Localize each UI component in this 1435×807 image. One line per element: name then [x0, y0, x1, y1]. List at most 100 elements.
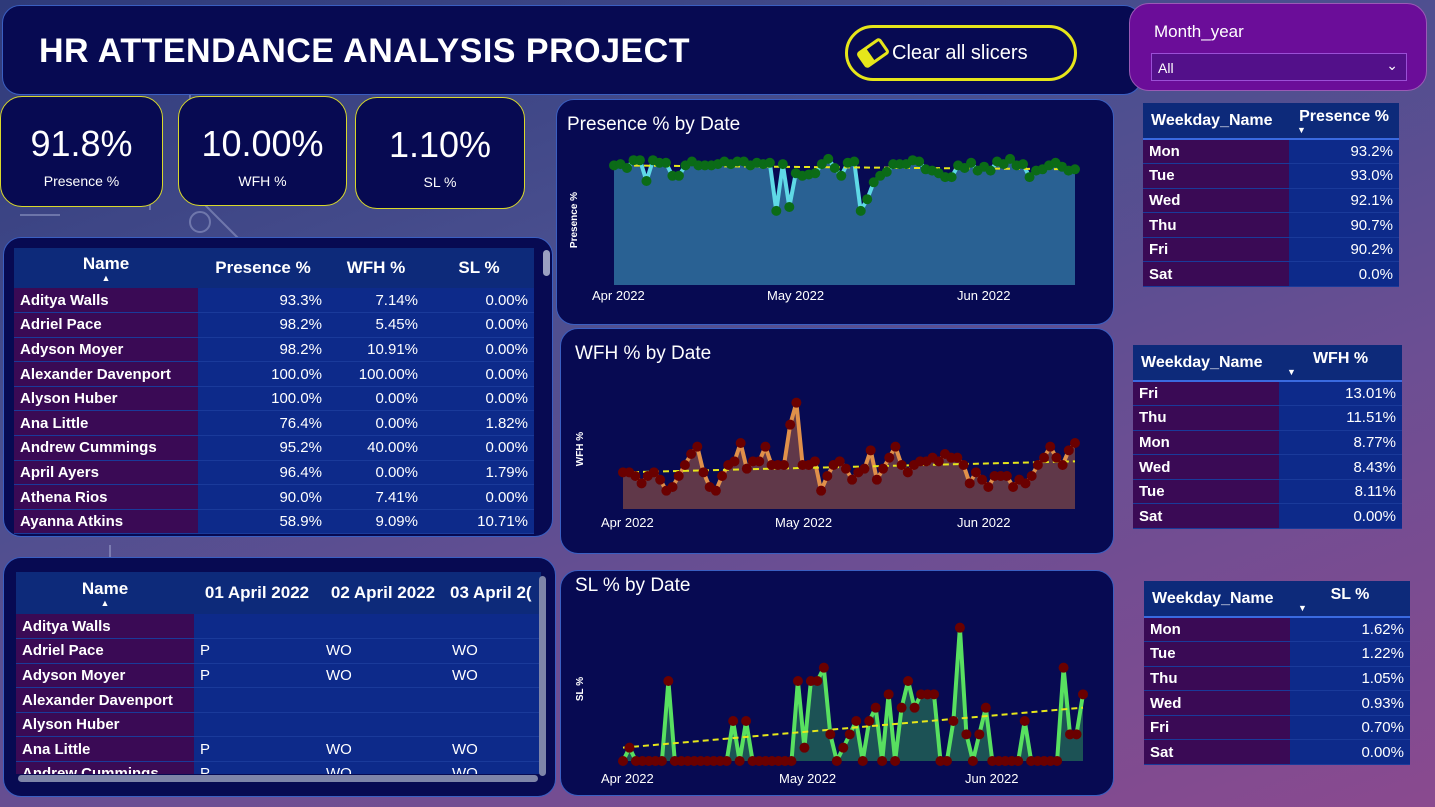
table-row[interactable]: Thu 11.51%: [1133, 405, 1402, 431]
vertical-scrollbar[interactable]: [543, 250, 550, 276]
row-label: Tue: [1133, 479, 1279, 505]
cell-value: P: [194, 736, 320, 763]
kpi-wfh-card: 10.00% WFH %: [178, 96, 347, 206]
wfh-chart: WFH % Apr 2022 May 2022 Jun 2022: [575, 397, 1080, 530]
table-row[interactable]: Tue 93.0%: [1143, 163, 1399, 189]
header-panel: HR ATTENDANCE ANALYSIS PROJECT Clear all…: [2, 5, 1142, 95]
table-row[interactable]: Tue 8.11%: [1133, 479, 1402, 505]
table-row[interactable]: Fri 90.2%: [1143, 237, 1399, 263]
column-header-presence[interactable]: Presence % ▼: [1289, 103, 1399, 140]
weekday-sl-table: Weekday_Name SL % ▼ Mon 1.62% Tue 1.22% Thu 1.…: [1144, 581, 1410, 766]
data-point: [741, 716, 752, 726]
column-header-weekday[interactable]: Weekday_Name: [1133, 345, 1279, 382]
table-row[interactable]: Ana Little P WO WO: [16, 736, 541, 763]
month-year-slicer: Month_year All ⌄: [1129, 3, 1427, 91]
data-point: [728, 716, 739, 726]
row-label: Mon: [1144, 617, 1290, 643]
month-year-dropdown[interactable]: All ⌄: [1151, 53, 1407, 81]
table-row[interactable]: Fri 13.01%: [1133, 381, 1402, 407]
cell-value: WO: [320, 761, 446, 774]
row-label: Thu: [1133, 405, 1279, 431]
x-tick-label: Apr 2022: [601, 515, 654, 530]
table-row[interactable]: Athena Rios 90.0% 7.41% 0.00%: [14, 484, 534, 510]
row-label: Aditya Walls: [16, 614, 194, 640]
cell-value: 0.00%: [328, 410, 424, 437]
column-header-day2[interactable]: 02 April 2022: [320, 572, 446, 614]
table-row[interactable]: Mon 1.62%: [1144, 617, 1410, 643]
cell-value: 10.91%: [328, 337, 424, 363]
data-point: [624, 742, 635, 753]
table-row[interactable]: Ana Little 76.4% 0.00% 1.82%: [14, 410, 534, 437]
table-row[interactable]: April Ayers 96.4% 0.00% 1.79%: [14, 460, 534, 486]
table-row[interactable]: Fri 0.70%: [1144, 715, 1410, 741]
data-point: [967, 756, 978, 766]
vertical-scrollbar[interactable]: [539, 576, 546, 776]
cell-value: 92.1%: [1289, 188, 1399, 214]
data-point: [754, 456, 765, 467]
data-point: [890, 756, 901, 766]
cell-value: [320, 712, 446, 738]
table-row[interactable]: Adriel Pace 98.2% 5.45% 0.00%: [14, 312, 534, 338]
column-header-presence[interactable]: Presence %: [198, 248, 328, 288]
column-header-day1[interactable]: 01 April 2022: [194, 572, 320, 614]
table-row[interactable]: Sat 0.00%: [1144, 739, 1410, 766]
column-header-wfh[interactable]: WFH % ▼: [1279, 345, 1402, 382]
data-point: [660, 157, 671, 168]
table-row[interactable]: Thu 1.05%: [1144, 666, 1410, 692]
cell-value: 0.00%: [1290, 739, 1410, 766]
table-row[interactable]: Adyson Moyer P WO WO: [16, 663, 541, 689]
table-row[interactable]: Alexander Davenport 100.0% 100.00% 0.00%: [14, 361, 534, 387]
clear-all-slicers-button[interactable]: Clear all slicers: [845, 25, 1077, 81]
cell-value: 7.14%: [328, 288, 424, 314]
column-header-name[interactable]: Name ▲: [14, 248, 198, 288]
column-header-name[interactable]: Name ▲: [16, 572, 194, 614]
cell-value: WO: [446, 736, 541, 763]
row-label: Aditya Walls: [14, 288, 198, 314]
table-row[interactable]: Thu 90.7%: [1143, 212, 1399, 238]
data-point: [809, 456, 820, 467]
column-header-day3[interactable]: 03 April 2(: [446, 572, 541, 614]
cell-value: WO: [446, 663, 541, 689]
table-row[interactable]: Wed 8.43%: [1133, 454, 1402, 480]
table-row[interactable]: Aditya Walls: [16, 614, 541, 640]
data-point: [859, 463, 870, 474]
data-point: [840, 463, 851, 474]
data-point: [870, 702, 881, 713]
horizontal-scrollbar[interactable]: [18, 775, 538, 782]
column-header-sl[interactable]: SL % ▼: [1290, 581, 1410, 618]
table-row[interactable]: Adriel Pace P WO WO: [16, 638, 541, 664]
sort-descending-icon: ▼: [1297, 124, 1306, 135]
column-header-sl[interactable]: SL %: [424, 248, 534, 288]
kpi-sl-card: 1.10% SL %: [355, 97, 525, 209]
table-row[interactable]: Wed 0.93%: [1144, 690, 1410, 716]
table-row[interactable]: Sat 0.0%: [1143, 261, 1399, 288]
cell-value: 1.05%: [1290, 666, 1410, 692]
cell-value: [446, 614, 541, 640]
data-point: [698, 467, 709, 478]
table-row[interactable]: Mon 8.77%: [1133, 430, 1402, 456]
row-label: Adriel Pace: [16, 638, 194, 664]
table-row[interactable]: Sat 0.00%: [1133, 503, 1402, 530]
table-row[interactable]: Alyson Huber: [16, 712, 541, 738]
row-label: Ana Little: [16, 736, 194, 763]
data-point: [909, 702, 920, 713]
data-point: [966, 157, 977, 168]
table-row[interactable]: Alexander Davenport: [16, 687, 541, 713]
table-row[interactable]: Tue 1.22%: [1144, 641, 1410, 667]
table-row[interactable]: Andrew Cummings P WO WO: [16, 761, 541, 774]
data-point: [663, 676, 674, 686]
table-row[interactable]: Alyson Huber 100.0% 0.00% 0.00%: [14, 386, 534, 412]
table-row[interactable]: Andrew Cummings 95.2% 40.00% 0.00%: [14, 435, 534, 461]
column-header-weekday[interactable]: Weekday_Name: [1144, 581, 1290, 618]
table-row[interactable]: Ayanna Atkins 58.9% 9.09% 10.71%: [14, 509, 534, 535]
column-header-weekday[interactable]: Weekday_Name: [1143, 103, 1289, 140]
table-row[interactable]: Wed 92.1%: [1143, 188, 1399, 214]
cell-value: 1.82%: [424, 410, 534, 437]
cell-value: 0.00%: [328, 386, 424, 412]
column-header-wfh[interactable]: WFH %: [328, 248, 424, 288]
table-row[interactable]: Aditya Walls 93.3% 7.14% 0.00%: [14, 288, 534, 314]
table-row[interactable]: Mon 93.2%: [1143, 139, 1399, 165]
table-row[interactable]: Adyson Moyer 98.2% 10.91% 0.00%: [14, 337, 534, 363]
cell-value: 76.4%: [198, 410, 328, 437]
x-tick-label: Apr 2022: [601, 771, 654, 786]
